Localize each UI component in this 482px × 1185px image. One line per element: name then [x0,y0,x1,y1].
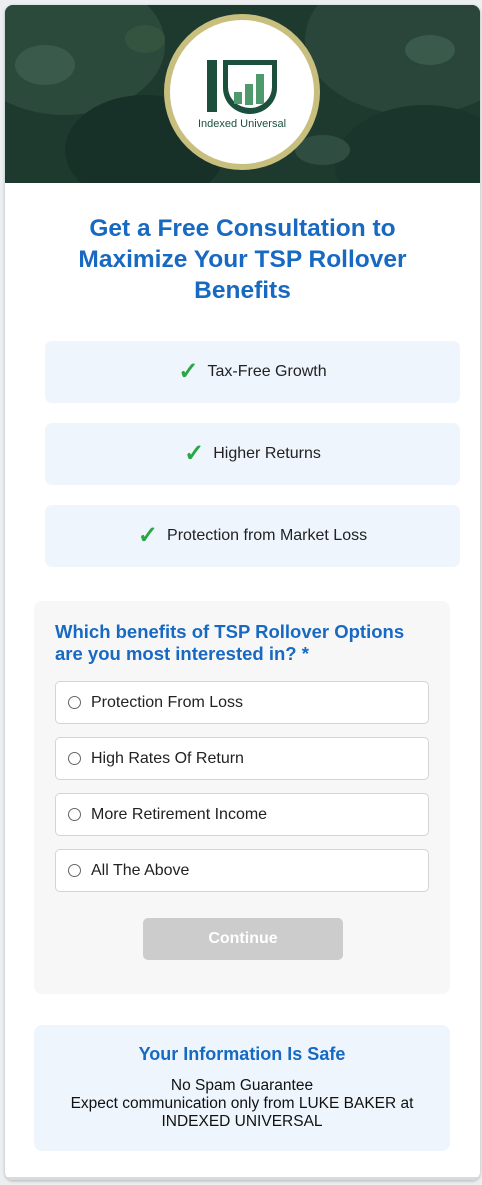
check-icon: ✓ [184,440,205,467]
option-more-retirement-income[interactable]: More Retirement Income [55,793,429,836]
question-text: Which benefits of TSP Rollover Options a… [55,621,405,664]
privacy-notice: Your Information Is Safe No Spam Guarant… [34,1025,450,1151]
privacy-line: INDEXED UNIVERSAL [161,1113,323,1130]
logo-badge: Indexed Universal [164,14,320,170]
radio-button[interactable] [68,696,81,709]
benefit-item: ✓ Higher Returns [45,423,460,485]
benefit-label: Tax-Free Growth [207,363,327,380]
option-label: Protection From Loss [91,693,244,711]
check-icon: ✓ [137,522,159,549]
privacy-line: No Spam Guarantee [170,1077,314,1094]
benefit-label: Protection from Market Loss [167,527,368,544]
logo-wordmark: Indexed Universal [197,118,287,130]
benefit-item: ✓ Protection from Market Loss [45,505,460,567]
question-panel: Which benefits of TSP Rollover Options a… [34,601,450,994]
option-label: High Rates Of Return [91,749,244,767]
privacy-title: Your Information Is Safe [138,1044,346,1064]
option-label: All The Above [91,861,190,879]
option-protection-from-loss[interactable]: Protection From Loss [55,681,429,724]
privacy-line: Expect communication only from LUKE BAKE… [70,1095,414,1112]
benefit-label: Higher Returns [213,445,321,462]
form-card: Indexed Universal Get a Free Consultatio… [5,5,480,1180]
option-all-the-above[interactable]: All The Above [55,849,429,892]
hero-banner: Indexed Universal [5,5,480,183]
radio-button[interactable] [68,864,81,877]
check-icon: ✓ [178,358,199,385]
benefit-item: ✓ Tax-Free Growth [45,341,460,403]
brand-logo-icon [207,60,277,114]
option-label: More Retirement Income [91,805,268,823]
divider [5,1177,480,1180]
radio-button[interactable] [68,808,81,821]
continue-button[interactable]: Continue [143,918,343,960]
page-title: Get a Free Consultation to Maximize Your… [78,215,407,304]
option-high-rates-of-return[interactable]: High Rates Of Return [55,737,429,780]
radio-button[interactable] [68,752,81,765]
